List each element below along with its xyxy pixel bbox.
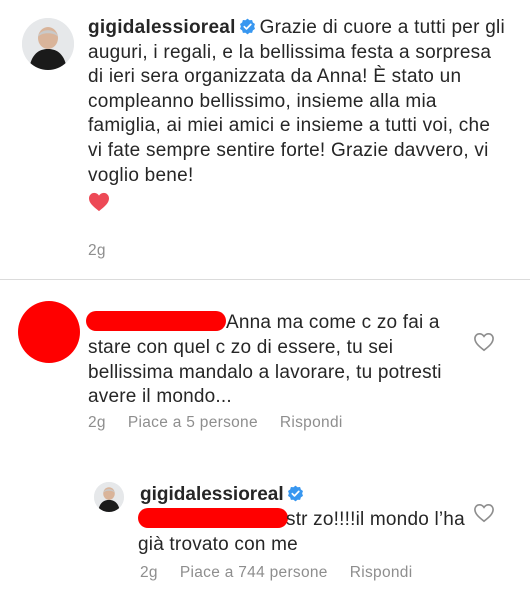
profile-photo-icon [94, 482, 124, 512]
reply-reply-button[interactable]: Rispondi [350, 564, 413, 582]
profile-photo-icon [22, 18, 74, 70]
caption-timestamp: 2g [88, 242, 106, 259]
reply-likes[interactable]: Piace a 744 persone [180, 564, 328, 582]
comment-meta: 2g Piace a 5 persone Rispondi [88, 414, 343, 432]
like-heart-icon[interactable] [473, 503, 495, 523]
reply-meta: 2g Piace a 744 persone Rispondi [140, 564, 412, 582]
caption-body: Grazie di cuore a tutti per gli auguri, … [88, 17, 505, 186]
comment-text: Anna ma come c zo fai a stare con quel c… [88, 311, 468, 410]
post-caption: gigidalessioreal Grazie di cuore a tutti… [0, 0, 530, 278]
reply-username[interactable]: gigidalessioreal [140, 484, 308, 506]
reply-text: str zo!!!!il mondo l’ha già trovato con … [138, 508, 468, 558]
caption-text: gigidalessioreal Grazie di cuore a tutti… [88, 16, 508, 212]
divider [0, 279, 530, 280]
like-heart-icon[interactable] [473, 332, 495, 352]
comment-likes[interactable]: Piace a 5 persone [128, 414, 258, 432]
author-username[interactable]: gigidalessioreal [88, 17, 236, 38]
reply-avatar[interactable] [94, 482, 124, 512]
redacted-avatar [18, 301, 80, 363]
verified-badge-icon [287, 485, 303, 502]
comment-body: Anna ma come c zo fai a stare con quel c… [88, 312, 442, 408]
red-heart-icon [89, 193, 109, 212]
comment-timestamp: 2g [88, 414, 106, 431]
verified-badge-icon [239, 18, 255, 35]
reply-body: str zo!!!!il mondo l’ha già trovato con … [138, 509, 465, 555]
comment-reply-button[interactable]: Rispondi [280, 414, 343, 432]
reply-timestamp: 2g [140, 564, 158, 581]
author-avatar[interactable] [22, 18, 74, 70]
